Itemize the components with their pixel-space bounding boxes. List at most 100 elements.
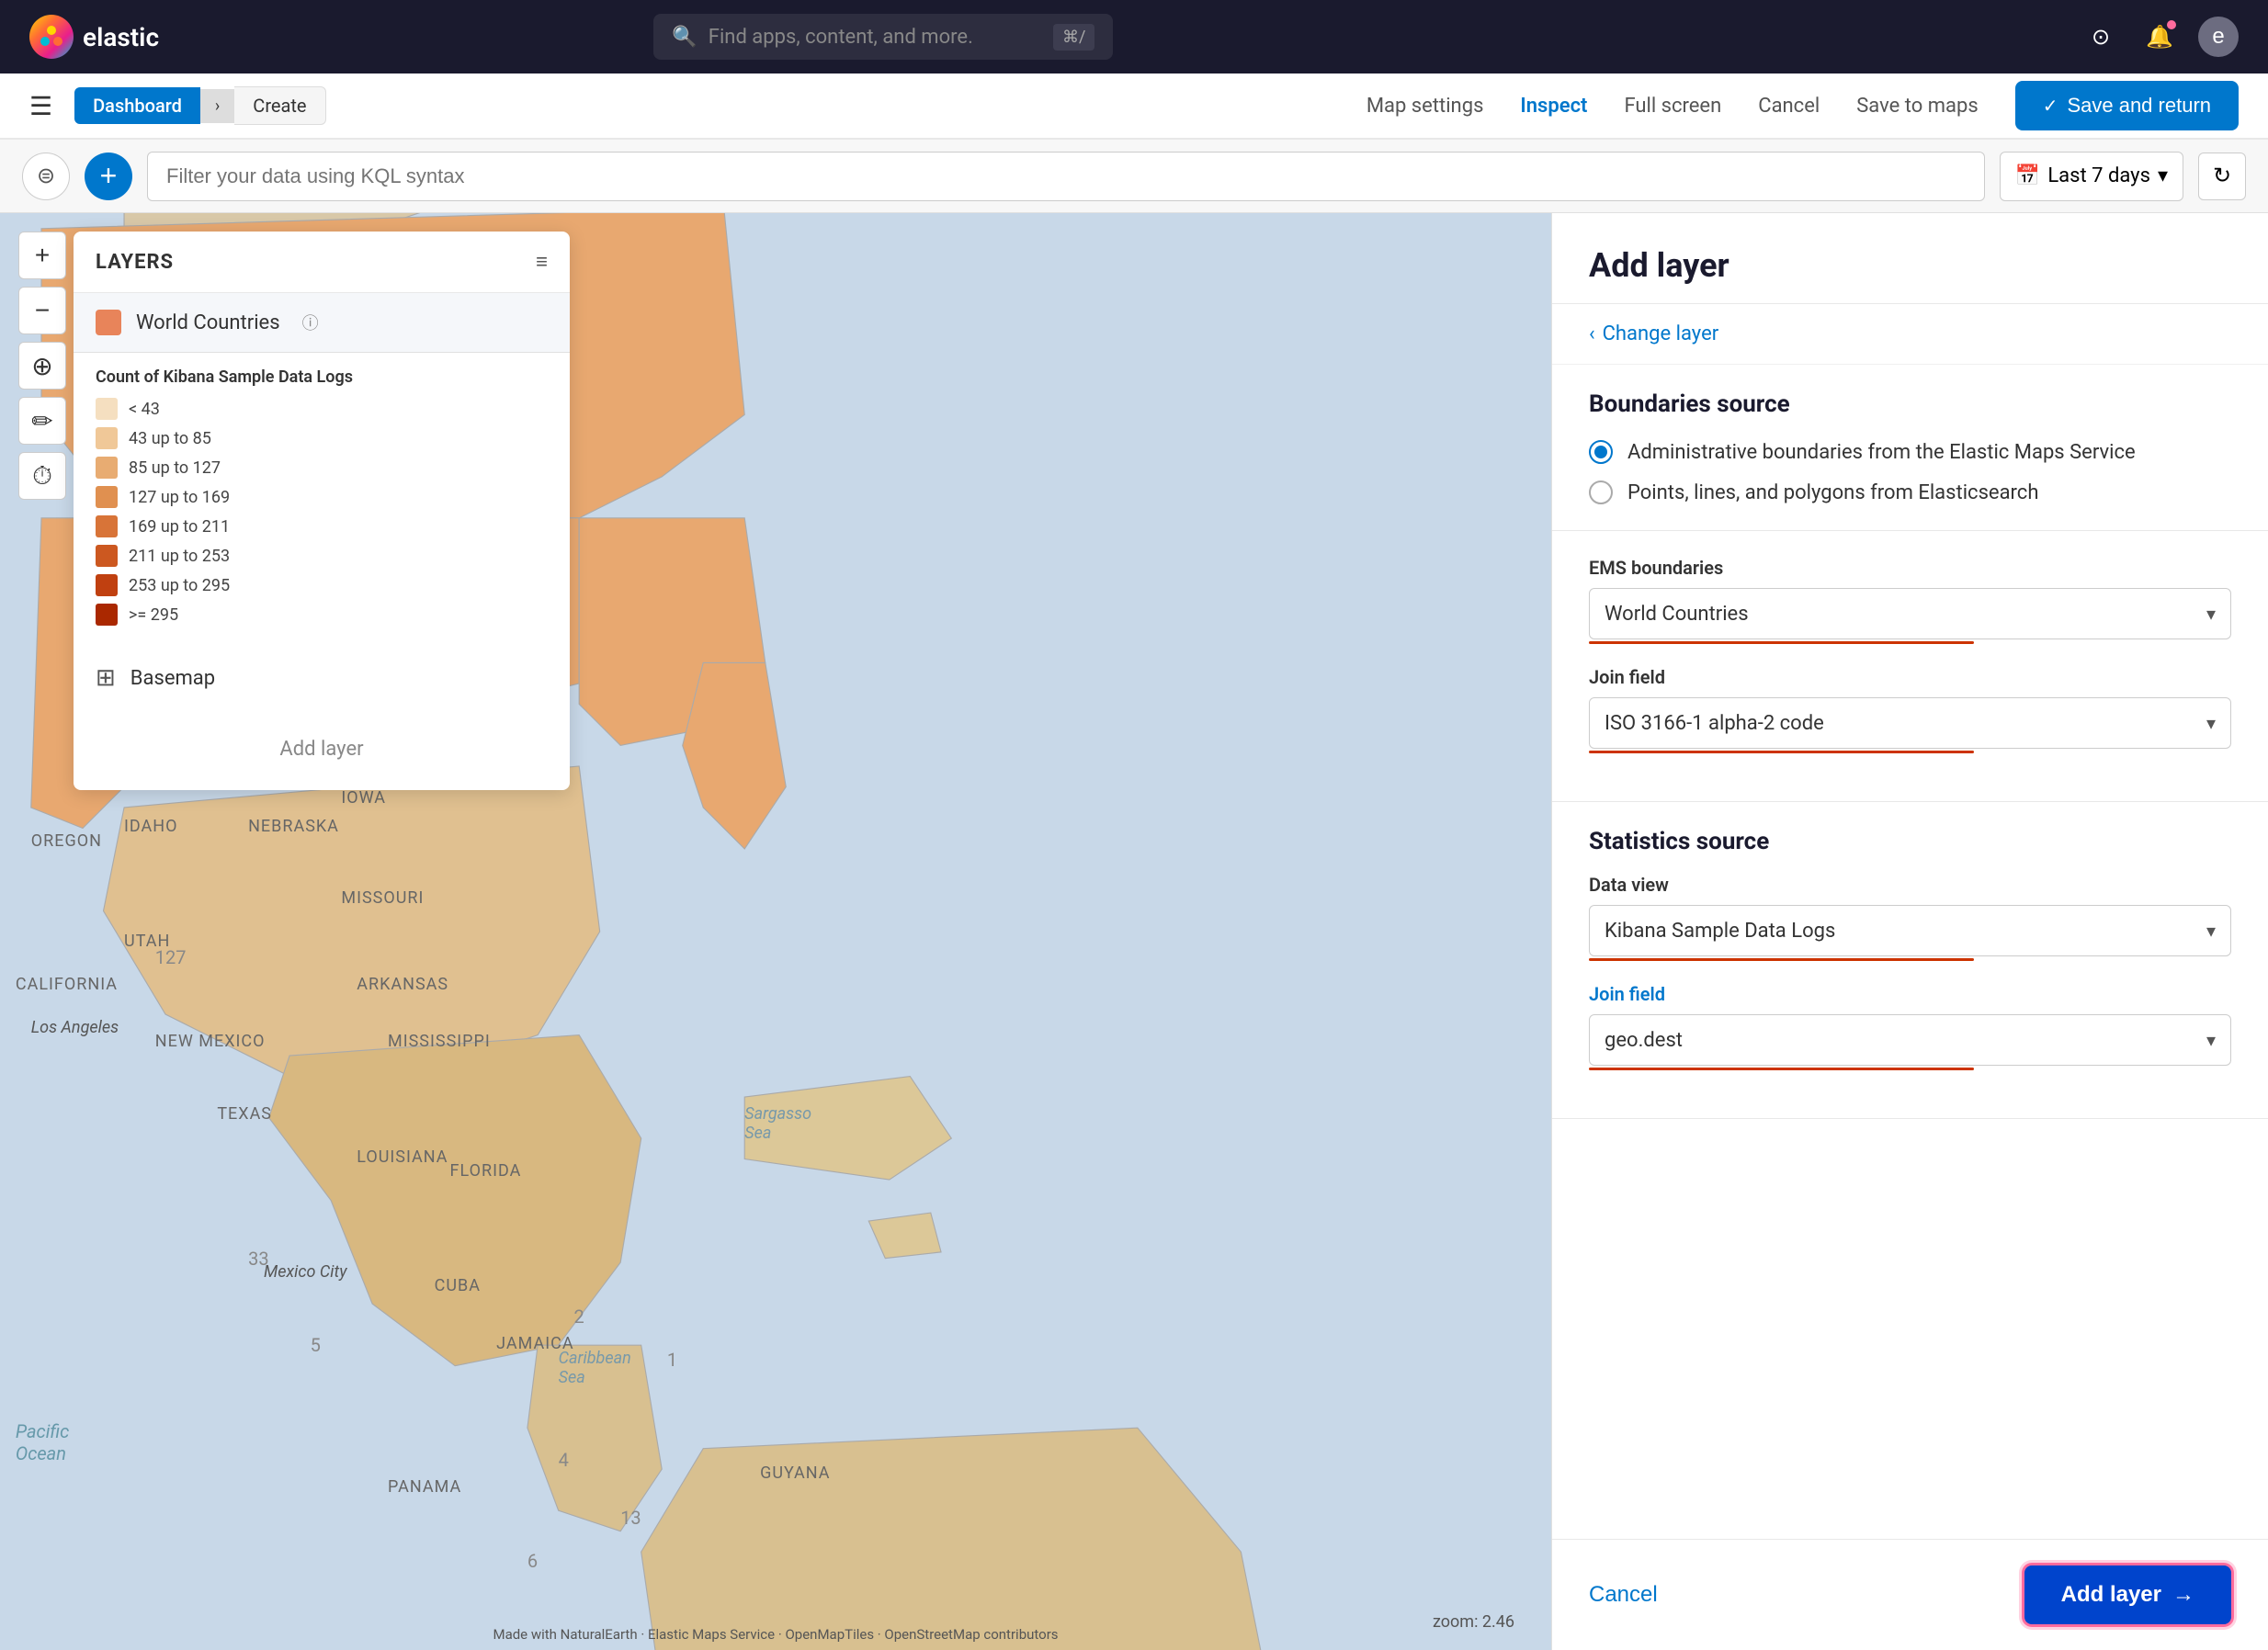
notification-dot [2167,20,2176,29]
join-field-stats-underline [1589,1068,1974,1070]
legend-swatch-4 [96,486,118,508]
ems-boundaries-section: EMS boundaries World Countries ▾ Join fi… [1552,531,2268,802]
layers-panel: LAYERS ≡ World Countries ⓘ Count of Kiba… [74,232,570,790]
data-view-underline [1589,958,1974,961]
add-layer-title: Add layer [1589,246,2231,285]
radio-elastic-maps-label: Administrative boundaries from the Elast… [1627,441,2136,464]
ems-boundaries-field: EMS boundaries World Countries ▾ [1589,557,2231,644]
layers-panel-header: LAYERS ≡ [74,232,570,293]
map-area[interactable]: + − ⊕ ✏ ⏱ CANADA ALBERTA MANITOBA ONT MO… [0,213,1551,1650]
time-filter-picker[interactable]: 📅 Last 7 days ▾ [2000,152,2183,201]
legend-swatch-8 [96,604,118,626]
data-view-label: Data view [1589,874,2231,896]
filter-bar: ⊜ + 📅 Last 7 days ▾ ↻ [0,140,2268,213]
join-field-boundaries-chevron-icon: ▾ [2206,712,2216,734]
legend-item-5: 169 up to 211 [96,515,548,537]
refresh-button[interactable]: ↻ [2198,153,2246,200]
notifications-icon-button[interactable]: 🔔 [2139,17,2180,57]
draw-button[interactable]: ✏ [18,397,66,445]
add-layer-placeholder[interactable]: Add layer [74,708,570,790]
change-layer-label: Change layer [1603,322,1719,345]
help-icon-button[interactable]: ⊙ [2081,17,2121,57]
pacific-ocean-label: PacificOcean [16,1420,69,1464]
ems-boundaries-value: World Countries [1605,603,1749,626]
cancel-link[interactable]: Cancel [1758,95,1820,118]
breadcrumb-separator: › [200,89,234,123]
ems-boundaries-chevron-icon: ▾ [2206,603,2216,625]
legend-item-6: 211 up to 253 [96,545,548,567]
add-layer-button-label: Add layer [2061,1582,2161,1608]
zoom-in-button[interactable]: + [18,232,66,279]
search-placeholder-text: Find apps, content, and more. [709,26,1042,49]
time-filter-label: Last 7 days [2047,164,2150,187]
radio-item-elasticsearch[interactable]: Points, lines, and polygons from Elastic… [1589,480,2231,504]
basemap-item[interactable]: ⊞ Basemap [74,648,570,708]
data-view-select[interactable]: Kibana Sample Data Logs ▾ [1589,905,2231,956]
layer-info-icon[interactable]: ⓘ [302,311,319,334]
statistics-source-title: Statistics source [1589,828,2231,855]
user-avatar-button[interactable]: e [2198,17,2239,57]
add-layer-placeholder-label: Add layer [279,738,363,761]
navbar-icons: ⊙ 🔔 e [2081,17,2239,57]
join-field-stats-select[interactable]: geo.dest ▾ [1589,1014,2231,1066]
layer-color-swatch [96,310,121,335]
legend-item-7: 253 up to 295 [96,574,548,596]
change-layer-link[interactable]: ‹ Change layer [1552,304,2268,365]
legend-label-2: 43 up to 85 [129,429,211,448]
legend-label-1: < 43 [129,400,160,419]
add-layer-button[interactable]: Add layer → [2024,1565,2231,1624]
join-field-stats-label: Join field [1589,983,2231,1005]
join-field-stats-value: geo.dest [1605,1029,1683,1052]
radio-elasticsearch-label: Points, lines, and polygons from Elastic… [1627,481,2038,504]
filter-options-button[interactable]: ⊜ [22,153,70,200]
ems-boundaries-select[interactable]: World Countries ▾ [1589,588,2231,639]
inspect-link[interactable]: Inspect [1520,95,1587,118]
hamburger-menu-icon[interactable]: ☰ [29,91,52,121]
legend-label-5: 169 up to 211 [129,517,230,537]
legend-swatch-2 [96,427,118,449]
ems-boundaries-underline [1589,641,1974,644]
zoom-out-button[interactable]: − [18,287,66,334]
join-field-boundaries-label: Join field [1589,666,2231,688]
radio-item-elastic-maps[interactable]: Administrative boundaries from the Elast… [1589,440,2231,464]
join-field-boundaries-underline [1589,751,1974,753]
legend-swatch-3 [96,457,118,479]
right-panel: Add layer ‹ Change layer Boundaries sour… [1551,213,2268,1650]
panel-cancel-button[interactable]: Cancel [1589,1582,1658,1608]
panel-footer: Cancel Add layer → [1552,1539,2268,1650]
chevron-left-icon: ‹ [1589,322,1595,345]
elastic-logo: elastic [29,15,159,59]
legend-label-8: >= 295 [129,605,178,625]
time-button[interactable]: ⏱ [18,452,66,500]
save-and-return-button[interactable]: ✓ Save and return [2015,81,2239,130]
breadcrumb-dashboard[interactable]: Dashboard [74,87,200,124]
navbar: elastic 🔍 Find apps, content, and more. … [0,0,2268,73]
compass-button[interactable]: ⊕ [18,342,66,390]
join-field-boundaries-select[interactable]: ISO 3166-1 alpha-2 code ▾ [1589,697,2231,749]
radio-elasticsearch-circle [1589,480,1613,504]
basemap-label: Basemap [130,667,215,690]
elastic-logo-icon[interactable] [29,15,74,59]
check-icon: ✓ [2043,95,2058,118]
data-view-field: Data view Kibana Sample Data Logs ▾ [1589,874,2231,961]
legend-swatch-1 [96,398,118,420]
kql-filter-input[interactable] [147,152,1985,201]
filter-add-button[interactable]: + [85,153,132,200]
global-search-bar[interactable]: 🔍 Find apps, content, and more. ⌘/ [653,14,1113,60]
breadcrumb-create[interactable]: Create [234,86,325,125]
legend-item-2: 43 up to 85 [96,427,548,449]
save-to-maps-link[interactable]: Save to maps [1856,95,1978,118]
layers-menu-icon[interactable]: ≡ [536,250,548,274]
legend-label-6: 211 up to 253 [129,547,230,566]
map-settings-link[interactable]: Map settings [1366,95,1484,118]
zoom-level-label: zoom: 2.46 [1433,1612,1514,1632]
statistics-source-section: Statistics source Data view Kibana Sampl… [1552,802,2268,1119]
ems-boundaries-label: EMS boundaries [1589,557,2231,579]
full-screen-link[interactable]: Full screen [1624,95,1721,118]
data-view-value: Kibana Sample Data Logs [1605,920,1835,943]
data-view-chevron-icon: ▾ [2206,920,2216,942]
legend-item-3: 85 up to 127 [96,457,548,479]
basemap-grid-icon: ⊞ [96,664,116,692]
world-countries-layer-item[interactable]: World Countries ⓘ [74,293,570,353]
map-controls: + − ⊕ ✏ ⏱ [18,232,66,500]
